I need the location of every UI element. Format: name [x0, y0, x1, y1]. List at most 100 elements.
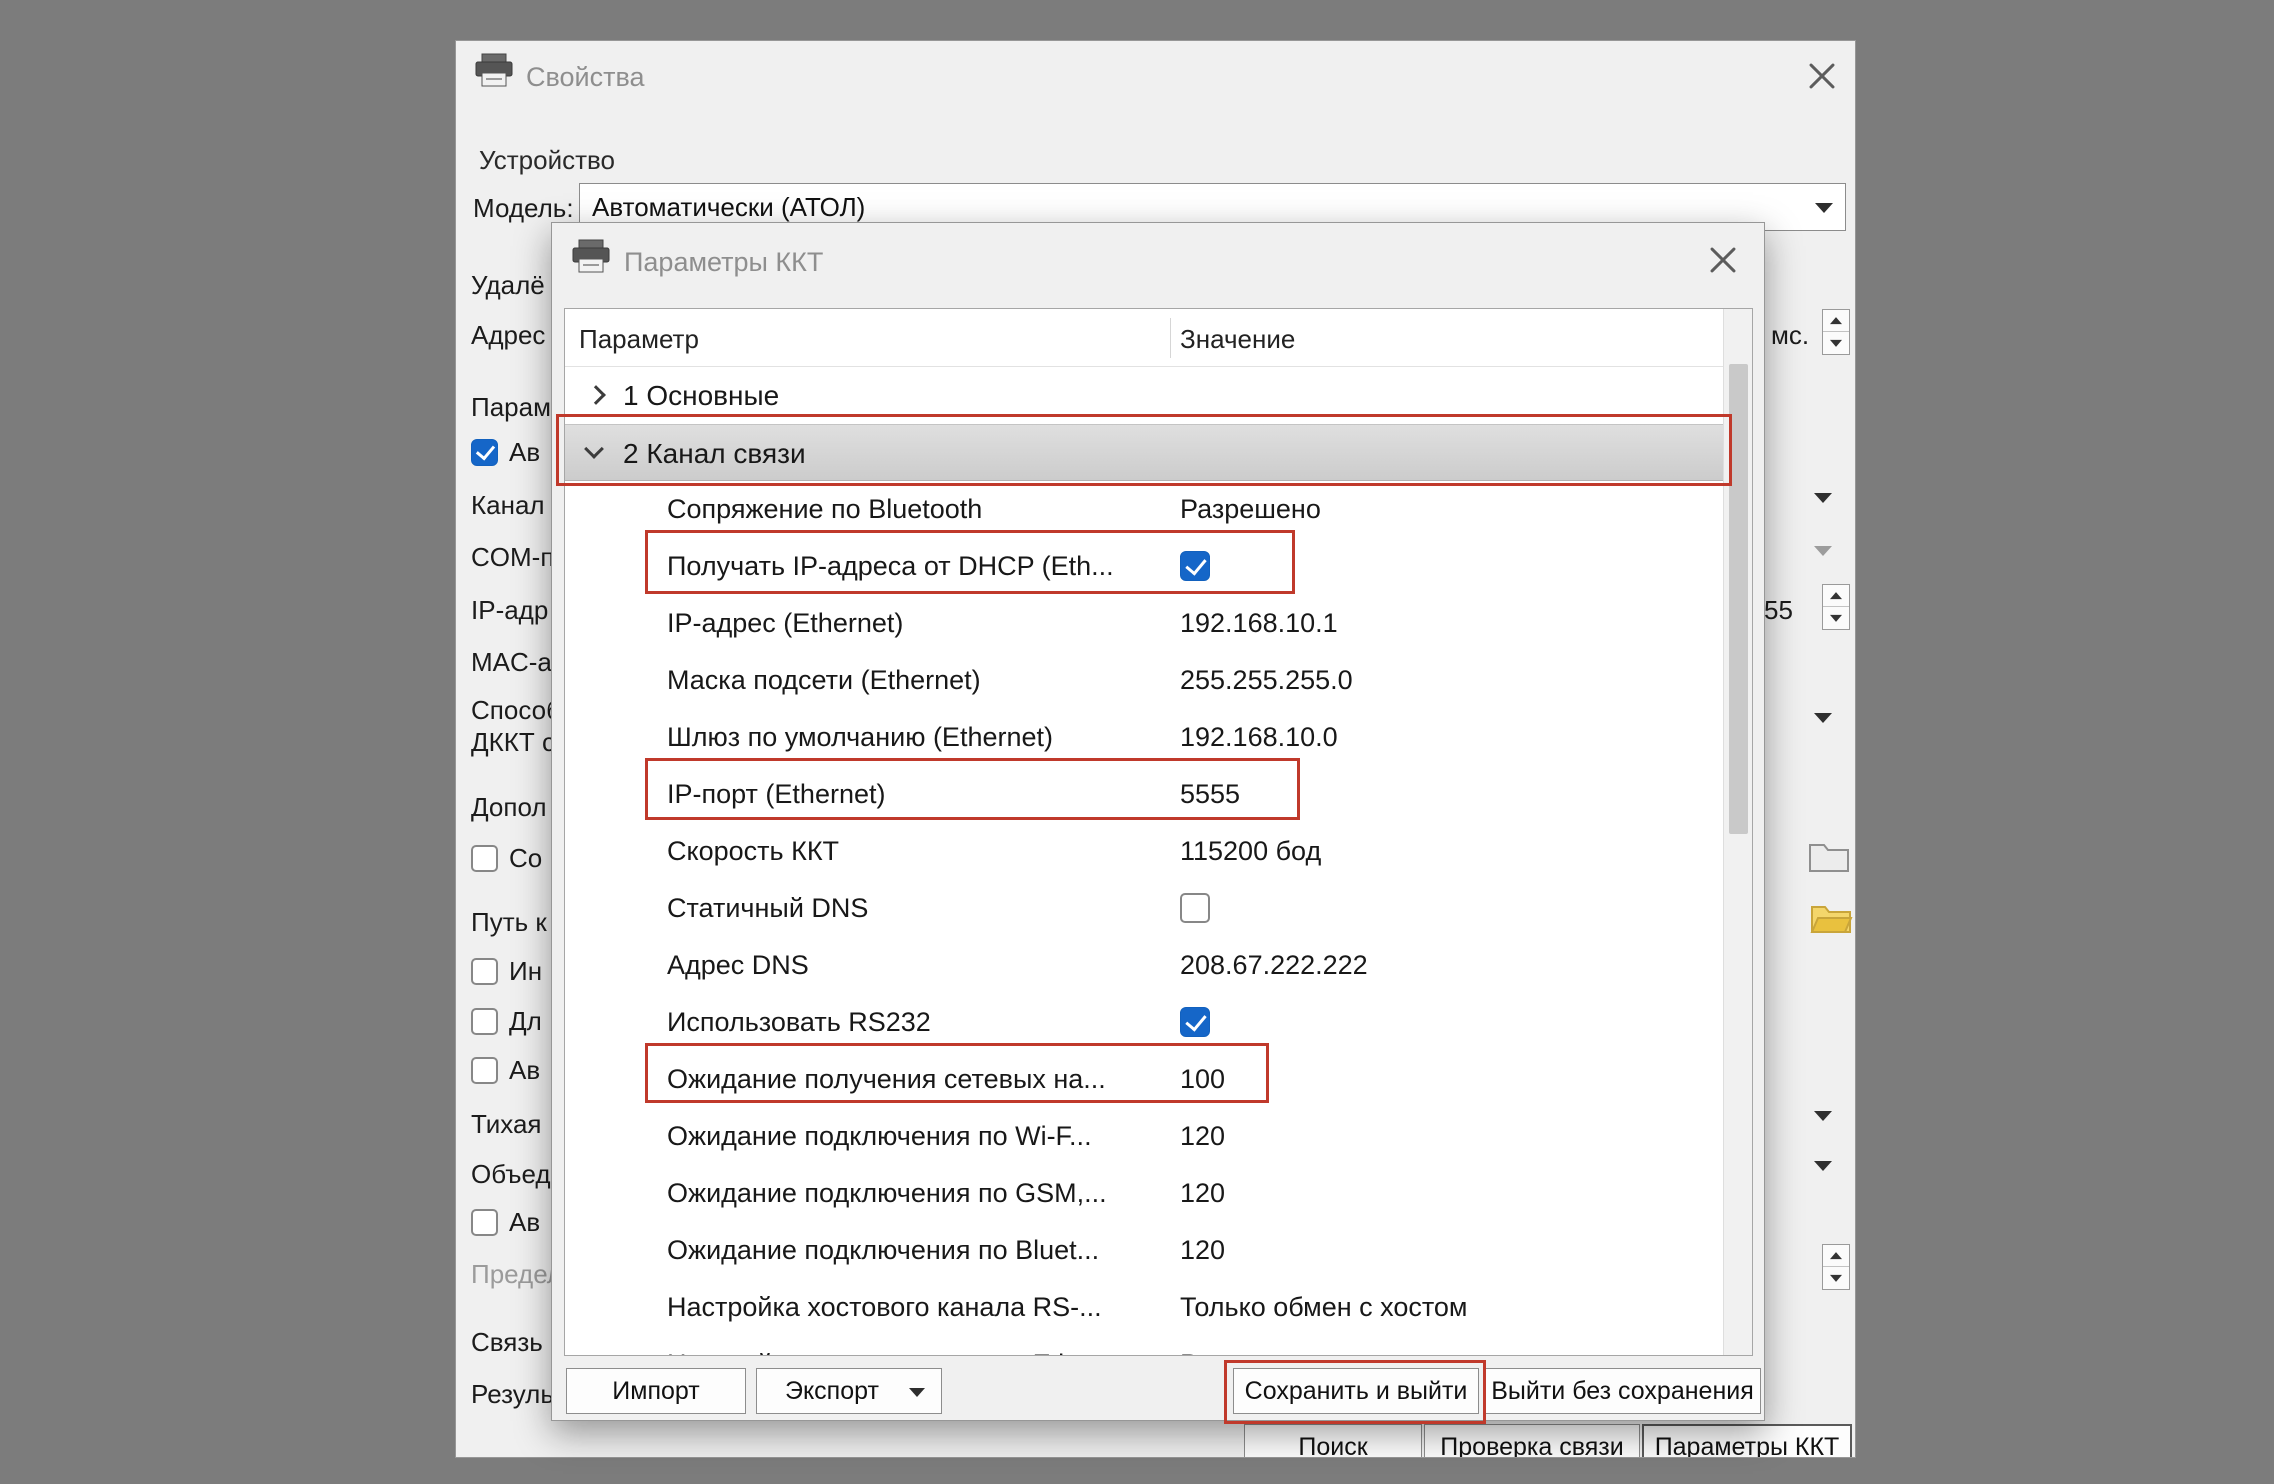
chevron-down-icon[interactable]	[1814, 546, 1832, 556]
clipped-setting-label: IP-адр	[471, 594, 548, 626]
param-row[interactable]: Получать IP-адреса от DHCP (Eth...	[565, 538, 1723, 595]
param-name: Ожидание получения сетевых на...	[667, 1064, 1106, 1095]
checkbox-checked[interactable]	[1180, 1007, 1210, 1037]
button-label: Сохранить и выйти	[1245, 1377, 1468, 1406]
chevron-down-icon[interactable]	[1814, 713, 1832, 723]
dialog-title: Свойства	[526, 62, 645, 93]
param-value: Разрешено	[1180, 1349, 1321, 1356]
search-button[interactable]: Поиск	[1244, 1424, 1422, 1458]
exit-without-saving-button[interactable]: Выйти без сохранения	[1484, 1368, 1761, 1414]
ms-unit-label: мс.	[1771, 320, 1809, 351]
param-row[interactable]: Ожидание подключения по Bluet... 120	[565, 1222, 1723, 1279]
chevron-down-icon[interactable]	[1814, 493, 1832, 503]
param-row[interactable]: Настройка хостового канала RS-... Только…	[565, 1279, 1723, 1336]
param-value: 120	[1180, 1178, 1225, 1209]
checkbox-unchecked[interactable]	[1180, 893, 1210, 923]
param-name: IP-адрес (Ethernet)	[667, 608, 903, 639]
label-text: COM-п	[471, 542, 554, 573]
close-icon[interactable]	[1799, 53, 1845, 99]
param-row[interactable]: Адрес DNS 208.67.222.222	[565, 937, 1723, 994]
param-table: Параметр Значение 1 Основные 2 Канал свя…	[564, 308, 1753, 1356]
scrollbar-thumb[interactable]	[1729, 364, 1748, 834]
chevron-right-icon[interactable]	[586, 385, 606, 405]
close-icon[interactable]	[1700, 237, 1746, 283]
spinner-control[interactable]	[1822, 584, 1850, 630]
label-text: Допол	[471, 792, 547, 823]
spinner-control[interactable]	[1822, 309, 1850, 355]
label-text: MAC-а	[471, 647, 552, 678]
param-value: Только обмен с хостом	[1180, 1292, 1468, 1323]
param-value: Разрешено	[1180, 494, 1321, 525]
param-row[interactable]: Сопряжение по Bluetooth Разрешено	[565, 481, 1723, 538]
button-label: Выйти без сохранения	[1491, 1377, 1754, 1406]
checkbox-unchecked[interactable]	[471, 1057, 498, 1084]
param-value: 192.168.10.1	[1180, 608, 1338, 639]
kkt-parameters-button[interactable]: Параметры ККТ	[1642, 1424, 1852, 1458]
button-label: Параметры ККТ	[1655, 1433, 1840, 1459]
group-row-kanal-svyazi[interactable]: 2 Канал связи	[565, 424, 1723, 481]
clipped-setting-checkbox: Со	[471, 842, 542, 874]
clipped-setting-label: ДККТ с	[471, 726, 555, 758]
clipped-setting-label: Адрес	[471, 319, 545, 351]
vertical-scrollbar[interactable]	[1723, 309, 1752, 1355]
param-value: 255.255.255.0	[1180, 665, 1353, 696]
param-value: 120	[1180, 1235, 1225, 1266]
label-text: Со	[509, 843, 542, 874]
param-row[interactable]: Скорость ККТ 115200 бод	[565, 823, 1723, 880]
param-name: Настройка хостового канала RS-...	[667, 1292, 1102, 1323]
button-label: Экспорт	[785, 1377, 879, 1406]
clipped-setting-label: Допол	[471, 791, 547, 823]
open-folder-icon[interactable]	[1809, 899, 1853, 942]
param-row[interactable]: Использовать RS232	[565, 994, 1723, 1051]
label-text: Объед	[471, 1159, 551, 1190]
checkbox-unchecked[interactable]	[471, 1209, 498, 1236]
clipped-setting-label-disabled: Предел	[471, 1258, 562, 1290]
chevron-down-icon[interactable]	[1814, 1111, 1832, 1121]
label-text: Ин	[509, 956, 542, 987]
chevron-down-icon[interactable]	[584, 439, 604, 459]
param-row[interactable]: Шлюз по умолчанию (Ethernet) 192.168.10.…	[565, 709, 1723, 766]
chevron-down-icon[interactable]	[1814, 1161, 1832, 1171]
clipped-setting-checkbox: Дл	[471, 1005, 542, 1037]
column-header-param: Параметр	[579, 324, 699, 355]
param-row[interactable]: Статичный DNS	[565, 880, 1723, 937]
param-name: Использовать RS232	[667, 1007, 931, 1038]
group-row-osnovnye[interactable]: 1 Основные	[565, 367, 1723, 424]
param-name: Получать IP-адреса от DHCP (Eth...	[667, 551, 1114, 582]
chevron-down-icon	[1815, 203, 1833, 213]
clipped-setting-checkbox: Ав	[471, 436, 540, 468]
label-text: Ав	[509, 1207, 540, 1238]
printer-icon	[570, 239, 612, 280]
checkbox-checked[interactable]	[471, 439, 498, 466]
param-row[interactable]: IP-адрес (Ethernet) 192.168.10.1	[565, 595, 1723, 652]
param-row[interactable]: Маска подсети (Ethernet) 255.255.255.0	[565, 652, 1723, 709]
save-and-exit-button[interactable]: Сохранить и выйти	[1233, 1368, 1479, 1414]
export-button[interactable]: Экспорт	[756, 1368, 942, 1414]
checkbox-unchecked[interactable]	[471, 958, 498, 985]
param-row[interactable]: Ожидание подключения по GSM,... 120	[565, 1165, 1723, 1222]
checkbox-unchecked[interactable]	[471, 1008, 498, 1035]
label-text: Адрес	[471, 320, 545, 351]
check-connection-button[interactable]: Проверка связи	[1424, 1424, 1640, 1458]
label-text: ДККТ с	[471, 727, 555, 758]
spinner-control[interactable]	[1822, 1244, 1850, 1290]
folder-icon[interactable]	[1807, 837, 1851, 880]
param-value: 208.67.222.222	[1180, 950, 1368, 981]
device-group-label: Устройство	[479, 145, 615, 176]
param-row-clipped[interactable]: Настройка хостового канала Eth... Разреш…	[565, 1336, 1723, 1356]
param-row[interactable]: Ожидание подключения по Wi-F... 120	[565, 1108, 1723, 1165]
param-row[interactable]: Ожидание получения сетевых на... 100	[565, 1051, 1723, 1108]
label-text: Тихая	[471, 1109, 542, 1140]
param-value: 192.168.10.0	[1180, 722, 1338, 753]
import-button[interactable]: Импорт	[566, 1368, 746, 1414]
param-name: Статичный DNS	[667, 893, 868, 924]
label-text: Ав	[509, 437, 540, 468]
param-table-body: 1 Основные 2 Канал связи Сопряжение по B…	[565, 367, 1723, 1356]
spin-value: 55	[1764, 595, 1793, 626]
kkt-params-dialog: Параметры ККТ Параметр Значение 1 Основн…	[551, 222, 1765, 1421]
clipped-setting-label: MAC-а	[471, 646, 552, 678]
checkbox-unchecked[interactable]	[471, 845, 498, 872]
param-row[interactable]: IP-порт (Ethernet) 5555	[565, 766, 1723, 823]
label-text: Ав	[509, 1055, 540, 1086]
checkbox-checked[interactable]	[1180, 551, 1210, 581]
